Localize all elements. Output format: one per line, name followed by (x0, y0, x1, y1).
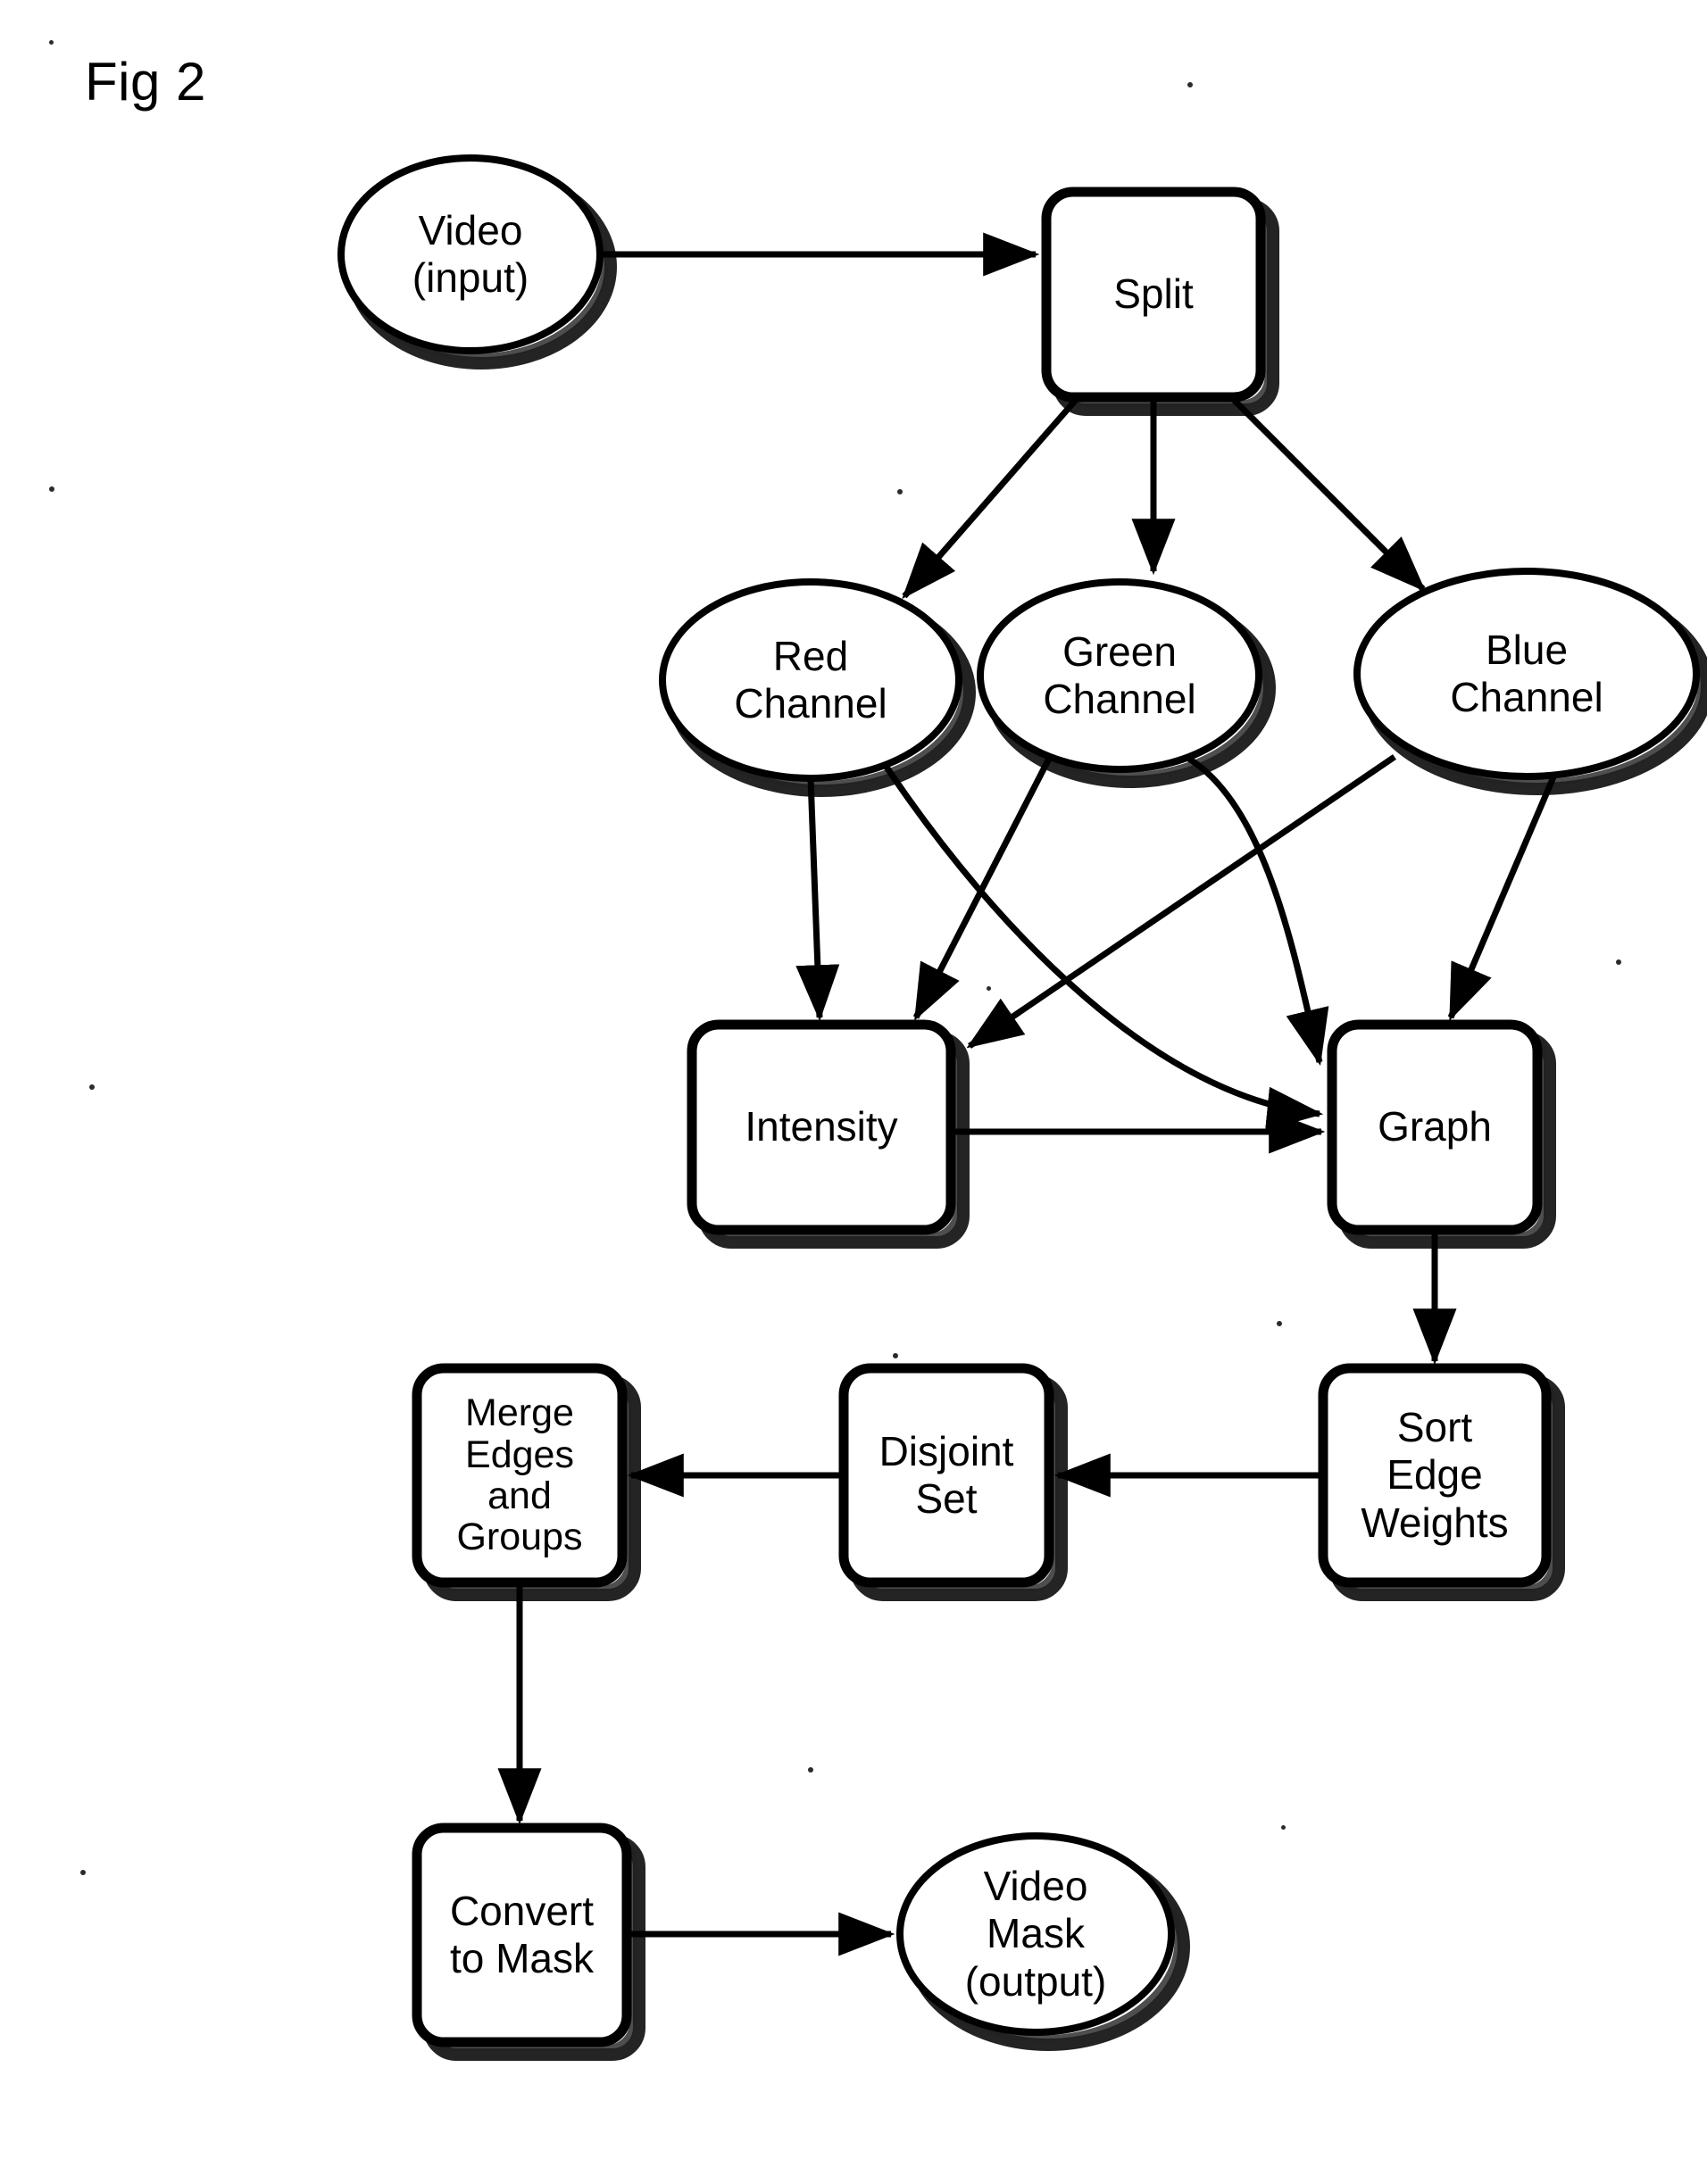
edge-green-channel-to-intensity (912, 755, 1053, 1021)
edge-split-to-blue-channel (1231, 397, 1426, 592)
edge-red-channel-to-intensity (795, 777, 840, 1022)
node-split (1041, 187, 1266, 403)
node-blue-channel (1353, 568, 1700, 780)
figure-page: Fig 2 Video (input) Split Red Channel Gr… (0, 0, 1707, 2184)
node-bodies (337, 154, 1700, 2047)
node-sort-edge-weights (1318, 1363, 1552, 1588)
node-green-channel (977, 578, 1262, 773)
node-merge-edges-and-groups (412, 1363, 628, 1588)
node-convert-to-mask (412, 1823, 632, 2047)
edge-blue-channel-to-intensity (966, 754, 1396, 1049)
edge-green-channel-to-graph (1184, 753, 1329, 1067)
node-video-mask-output (896, 1832, 1175, 2036)
node-disjoint-set (838, 1363, 1054, 1588)
edge-blue-channel-to-graph (1447, 771, 1559, 1021)
node-graph (1327, 1019, 1543, 1235)
edge-split-to-red-channel (902, 397, 1078, 600)
node-red-channel (659, 578, 962, 782)
node-video-input (337, 154, 604, 354)
node-intensity (687, 1019, 956, 1235)
flowchart-canvas (337, 154, 1707, 2061)
